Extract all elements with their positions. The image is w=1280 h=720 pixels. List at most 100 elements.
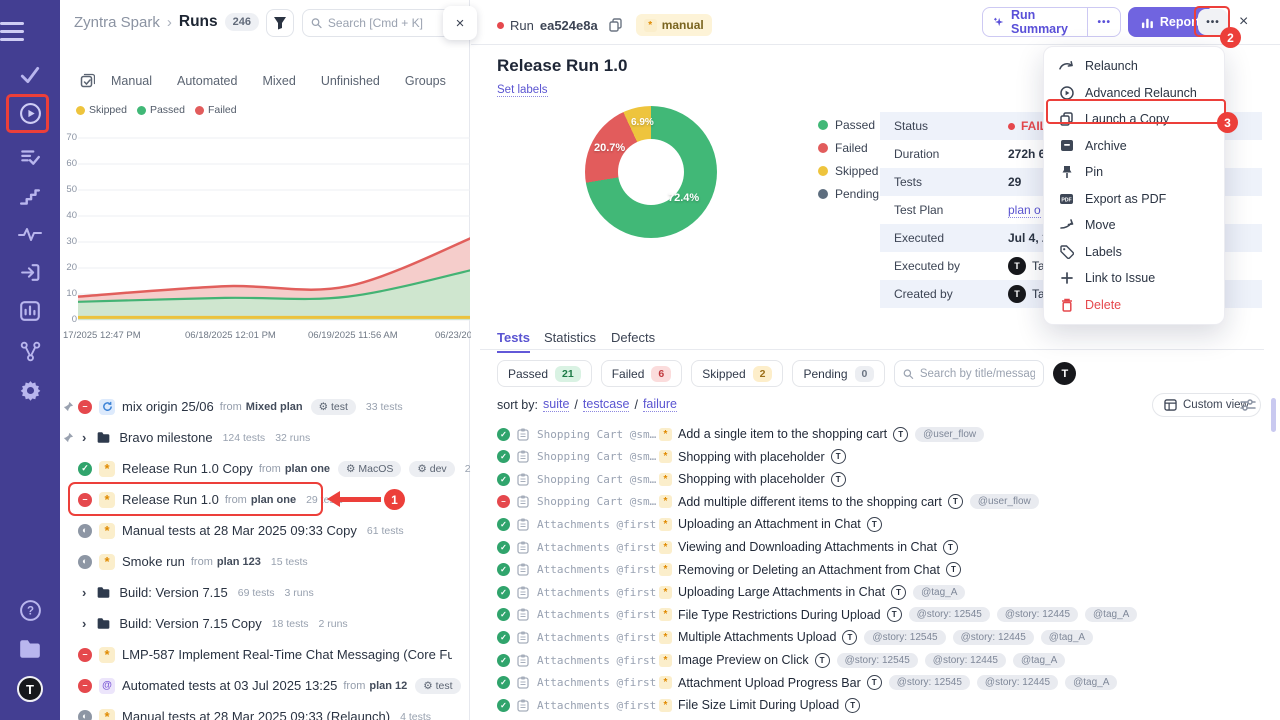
run-group-build-715-copy[interactable]: › Build: Version 7.15 Copy 18 tests 2 ru… — [60, 608, 470, 639]
menu-link-to-issue[interactable]: Link to Issue — [1044, 265, 1224, 292]
run-name[interactable]: Release Run 1.0 Copy — [122, 461, 253, 476]
test-title[interactable]: Image Preview on Click — [678, 653, 809, 667]
group-name[interactable]: Bravo milestone — [119, 430, 212, 445]
view-settings-sliders-icon[interactable] — [1240, 398, 1256, 412]
menu-archive[interactable]: Archive — [1044, 133, 1224, 160]
chip-failed[interactable]: Failed6 — [601, 360, 683, 387]
run-row-lmp587[interactable]: – * LMP-587 Implement Real-Time Chat Mes… — [60, 639, 470, 670]
activity-pulse-icon[interactable] — [0, 224, 60, 244]
test-row[interactable]: –Shopping Cart @sm…*Add multiple differe… — [480, 491, 1270, 513]
help-icon[interactable]: ? — [0, 599, 60, 622]
run-row-release-copy[interactable]: ✓ * Release Run 1.0 Copy from plan one ⚙… — [60, 453, 470, 484]
settings-gear-icon[interactable] — [0, 379, 60, 402]
tab-statistics[interactable]: Statistics — [544, 330, 596, 345]
run-row-automated[interactable]: – @ Automated tests at 03 Jul 2025 13:25… — [60, 670, 470, 701]
tab-tests[interactable]: Tests — [497, 330, 530, 353]
breadcrumb-project[interactable]: Zyntra Spark — [74, 14, 160, 31]
test-title[interactable]: Uploading an Attachment in Chat — [678, 517, 861, 531]
menu-move[interactable]: Move — [1044, 212, 1224, 239]
projects-folder-icon[interactable] — [0, 638, 60, 660]
run-name[interactable]: mix origin 25/06 — [122, 399, 214, 414]
test-title[interactable]: Add multiple different items to the shop… — [678, 495, 942, 509]
user-avatar[interactable]: T — [0, 676, 60, 702]
sort-testcase-link[interactable]: testcase — [583, 397, 630, 412]
run-plan-link[interactable]: Mixed plan — [246, 401, 303, 413]
menu-export-pdf[interactable]: PDF Export as PDF — [1044, 186, 1224, 213]
tab-defects[interactable]: Defects — [611, 330, 655, 345]
test-row[interactable]: ✓Attachments @first*File Type Restrictio… — [480, 604, 1270, 626]
run-row-manual-copy[interactable]: ◐ * Manual tests at 28 Mar 2025 09:33 Co… — [60, 515, 470, 546]
expand-chevron[interactable]: › — [82, 430, 86, 445]
tests-search-input[interactable] — [920, 368, 1036, 380]
menu-pin[interactable]: Pin — [1044, 159, 1224, 186]
import-icon[interactable] — [0, 261, 60, 284]
close-run-button[interactable]: × — [1239, 13, 1248, 31]
chip-passed[interactable]: Passed21 — [497, 360, 592, 387]
close-panel-button[interactable]: × — [443, 6, 477, 40]
run-name[interactable]: Automated tests at 03 Jul 2025 13:25 — [122, 678, 337, 693]
test-row[interactable]: ✓Attachments @first*Image Preview on Cli… — [480, 649, 1270, 671]
filter-button[interactable] — [266, 9, 294, 37]
test-title[interactable]: Viewing and Downloading Attachments in C… — [678, 540, 937, 554]
test-title[interactable]: Multiple Attachments Upload — [678, 630, 836, 644]
run-group-build-715[interactable]: › Build: Version 7.15 69 tests 3 runs — [60, 577, 470, 608]
chip-pending[interactable]: Pending0 — [792, 360, 885, 387]
copy-run-id-icon[interactable] — [609, 18, 622, 32]
chip-skipped[interactable]: Skipped2 — [691, 360, 783, 387]
milestones-steps-icon[interactable] — [0, 186, 60, 208]
run-plan-link[interactable]: plan one — [285, 463, 330, 475]
test-row[interactable]: ✓Attachments @first*File Size Limit Duri… — [480, 694, 1270, 716]
test-title[interactable]: File Size Limit During Upload — [678, 698, 839, 712]
group-name[interactable]: Build: Version 7.15 Copy — [119, 616, 261, 631]
menu-labels[interactable]: Labels — [1044, 239, 1224, 266]
run-group-bravo[interactable]: › Bravo milestone 124 tests 32 runs — [60, 422, 470, 453]
menu-relaunch[interactable]: Relaunch — [1044, 53, 1224, 80]
hamburger-menu-icon[interactable] — [0, 19, 60, 43]
run-name[interactable]: Manual tests at 28 Mar 2025 09:33 (Relau… — [122, 709, 390, 720]
testcases-check-icon[interactable] — [0, 64, 60, 86]
tab-unfinished[interactable]: Unfinished — [321, 74, 380, 88]
test-title[interactable]: Attachment Upload Progress Bar — [678, 676, 861, 690]
test-row[interactable]: ✓Attachments @first*Attachment Upload Pr… — [480, 672, 1270, 694]
run-row-manual-relaunch[interactable]: ◐ * Manual tests at 28 Mar 2025 09:33 (R… — [60, 701, 470, 720]
test-title[interactable]: Shopping with placeholder — [678, 472, 825, 486]
tests-search[interactable] — [894, 360, 1044, 387]
run-name[interactable]: Smoke run — [122, 554, 185, 569]
run-plan-link[interactable]: plan 12 — [369, 680, 407, 692]
menu-delete[interactable]: Delete — [1044, 292, 1224, 319]
test-row[interactable]: ✓Attachments @first*Uploading Large Atta… — [480, 581, 1270, 603]
test-title[interactable]: Uploading Large Attachments in Chat — [678, 585, 885, 599]
run-summary-more-button[interactable]: ••• — [1087, 8, 1120, 36]
run-row-mix-origin[interactable]: – mix origin 25/06 from Mixed plan ⚙ tes… — [60, 391, 470, 422]
select-all-icon[interactable] — [80, 73, 95, 88]
run-plan-link[interactable]: plan 123 — [217, 556, 261, 568]
tab-manual[interactable]: Manual — [111, 74, 152, 88]
test-row[interactable]: ✓Attachments @first*Multiple Attachments… — [480, 626, 1270, 648]
group-name[interactable]: Build: Version 7.15 — [119, 585, 227, 600]
test-row[interactable]: ✓Shopping Cart @sm…*Shopping with placeh… — [480, 468, 1270, 490]
scrollbar-thumb[interactable] — [1271, 398, 1276, 432]
sort-suite-link[interactable]: suite — [543, 397, 569, 412]
tab-mixed[interactable]: Mixed — [262, 74, 295, 88]
expand-chevron[interactable]: › — [82, 616, 86, 631]
test-title[interactable]: Removing or Deleting an Attachment from … — [678, 563, 940, 577]
sort-failure-link[interactable]: failure — [643, 397, 677, 412]
set-labels-link[interactable]: Set labels — [497, 84, 548, 97]
test-row[interactable]: ✓Attachments @first*Removing or Deleting… — [480, 559, 1270, 581]
assignee-avatar-filter[interactable]: T — [1053, 362, 1076, 385]
test-row[interactable]: ✓Shopping Cart @sm…*Shopping with placeh… — [480, 446, 1270, 468]
traceability-branch-icon[interactable] — [0, 340, 60, 363]
test-row[interactable]: ✓Attachments @first*Uploading an Attachm… — [480, 513, 1270, 535]
test-row[interactable]: ✓Shopping Cart @sm…*Add a single item to… — [480, 423, 1270, 445]
run-name[interactable]: LMP-587 Implement Real-Time Chat Messagi… — [122, 647, 452, 662]
test-plan-link[interactable]: plan o — [1008, 203, 1041, 218]
run-name[interactable]: Manual tests at 28 Mar 2025 09:33 Copy — [122, 523, 357, 538]
tab-automated[interactable]: Automated — [177, 74, 237, 88]
tab-groups[interactable]: Groups — [405, 74, 446, 88]
test-title[interactable]: Add a single item to the shopping cart — [678, 427, 887, 441]
test-row[interactable]: ✓Attachments @first*Viewing and Download… — [480, 536, 1270, 558]
results-list-icon[interactable] — [0, 146, 60, 168]
test-title[interactable]: File Type Restrictions During Upload — [678, 608, 881, 622]
run-row-smoke[interactable]: ◐ * Smoke run from plan 123 15 tests — [60, 546, 470, 577]
run-summary-button[interactable]: Run Summary ••• — [982, 7, 1121, 37]
